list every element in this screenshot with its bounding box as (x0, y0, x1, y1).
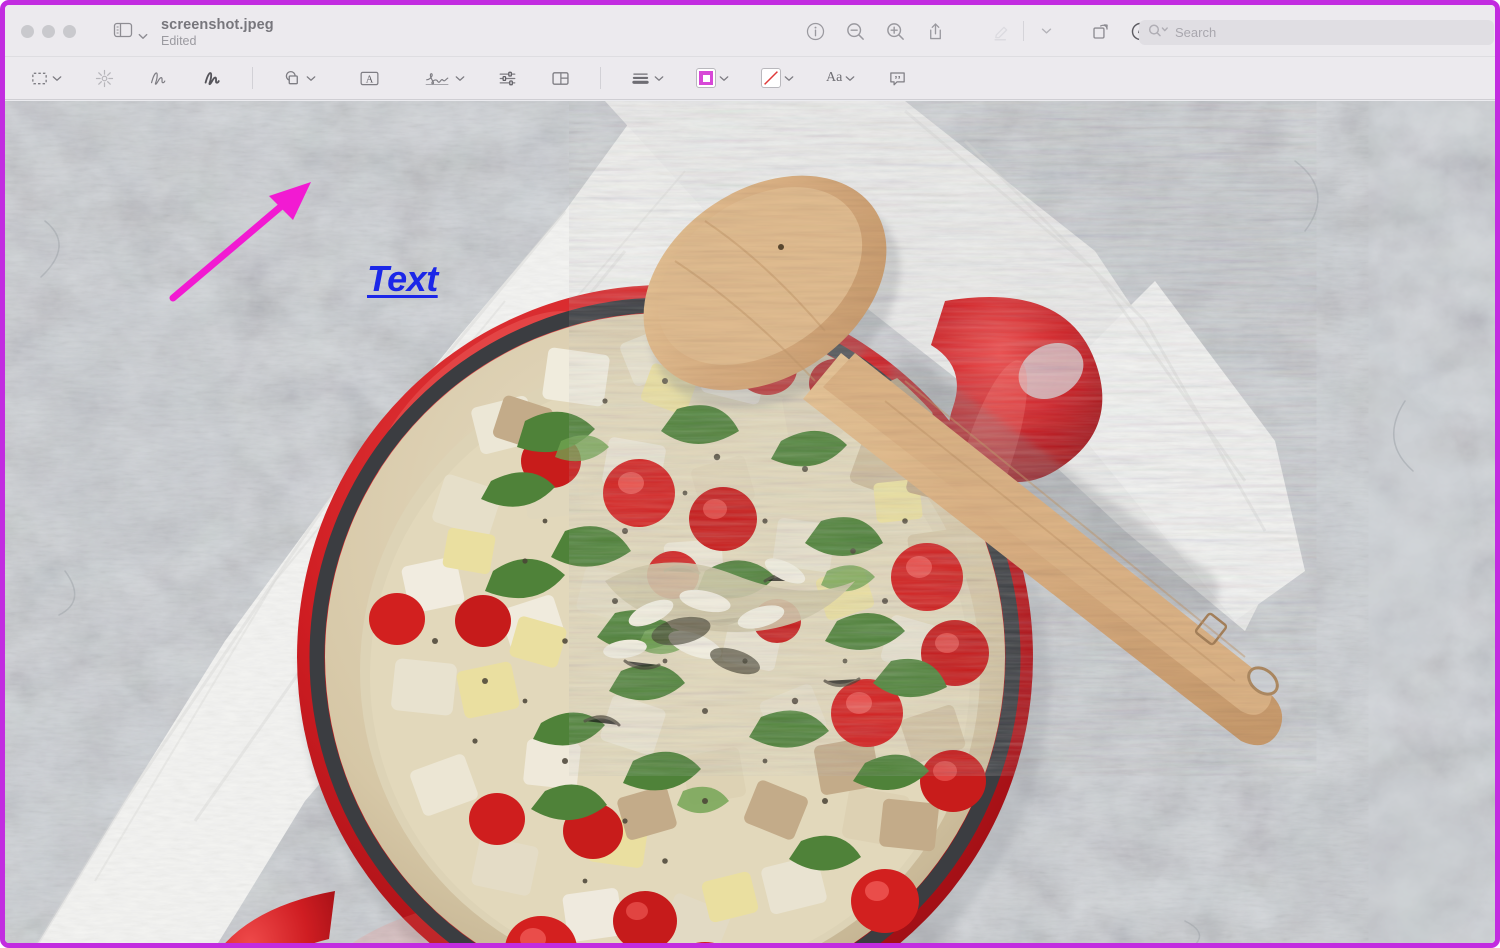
adjust-color-tool[interactable] (494, 63, 521, 93)
adjust-size-tool[interactable] (547, 63, 574, 93)
photo-vegetable-salad-in-red-pan (5, 101, 1495, 943)
sign-tool[interactable] (420, 63, 468, 93)
titlebar: screenshot.jpeg Edited Search (5, 5, 1495, 57)
search-input[interactable]: Search (1139, 20, 1494, 45)
share-button[interactable] (915, 11, 955, 51)
markup-separator-2 (600, 67, 601, 89)
image-canvas[interactable]: Text (5, 101, 1495, 943)
document-title-block: screenshot.jpeg Edited (161, 17, 274, 48)
markup-separator (252, 67, 253, 89)
chevron-down-icon (138, 27, 148, 39)
chevron-down-icon (719, 69, 729, 87)
sidebar-icon (113, 22, 133, 38)
highlight-options-button[interactable] (1026, 11, 1066, 51)
color-swatch-icon (696, 68, 716, 88)
search-magnifier-icon (1147, 23, 1171, 42)
traffic-lights (21, 25, 76, 38)
close-button[interactable] (21, 25, 34, 38)
svg-text:A: A (366, 74, 374, 85)
text-style-tool[interactable]: Aa (823, 63, 858, 93)
zoom-out-button[interactable] (835, 11, 875, 51)
chevron-down-icon (784, 69, 794, 87)
instant-alpha-tool[interactable] (91, 63, 118, 93)
zoom-in-button[interactable] (875, 11, 915, 51)
text-tool[interactable]: A (355, 63, 384, 93)
chevron-down-icon (306, 69, 316, 87)
border-color-tool[interactable] (693, 63, 732, 93)
chevron-down-icon (654, 69, 664, 87)
minimize-button[interactable] (42, 25, 55, 38)
shapes-tool[interactable] (279, 63, 319, 93)
text-annotation[interactable]: Text (367, 258, 438, 300)
rotate-button[interactable] (1080, 11, 1120, 51)
sketch-tool[interactable] (144, 63, 172, 93)
chevron-down-icon (845, 69, 855, 87)
note-tool[interactable] (884, 63, 911, 93)
chevron-down-icon (52, 69, 62, 87)
selection-tool[interactable] (27, 63, 65, 93)
no-fill-swatch-icon (761, 68, 781, 88)
page-title: screenshot.jpeg (161, 17, 274, 33)
preview-window: screenshot.jpeg Edited Search A Aa Text (0, 0, 1500, 948)
chevron-down-icon (455, 69, 465, 87)
shape-style-tool[interactable] (627, 63, 667, 93)
aa-text-icon: Aa (826, 70, 843, 85)
search-placeholder: Search (1175, 25, 1217, 40)
sidebar-toggle-button[interactable] (113, 22, 148, 39)
draw-tool[interactable] (198, 63, 226, 93)
highlight-button[interactable] (981, 11, 1021, 51)
markup-toolbar: A Aa (5, 57, 1495, 100)
document-status: Edited (161, 34, 197, 48)
titlebar-actions: Search (795, 5, 1495, 57)
maximize-button[interactable] (63, 25, 76, 38)
toolbar-separator (1023, 21, 1024, 41)
fill-color-tool[interactable] (758, 63, 797, 93)
info-button[interactable] (795, 11, 835, 51)
